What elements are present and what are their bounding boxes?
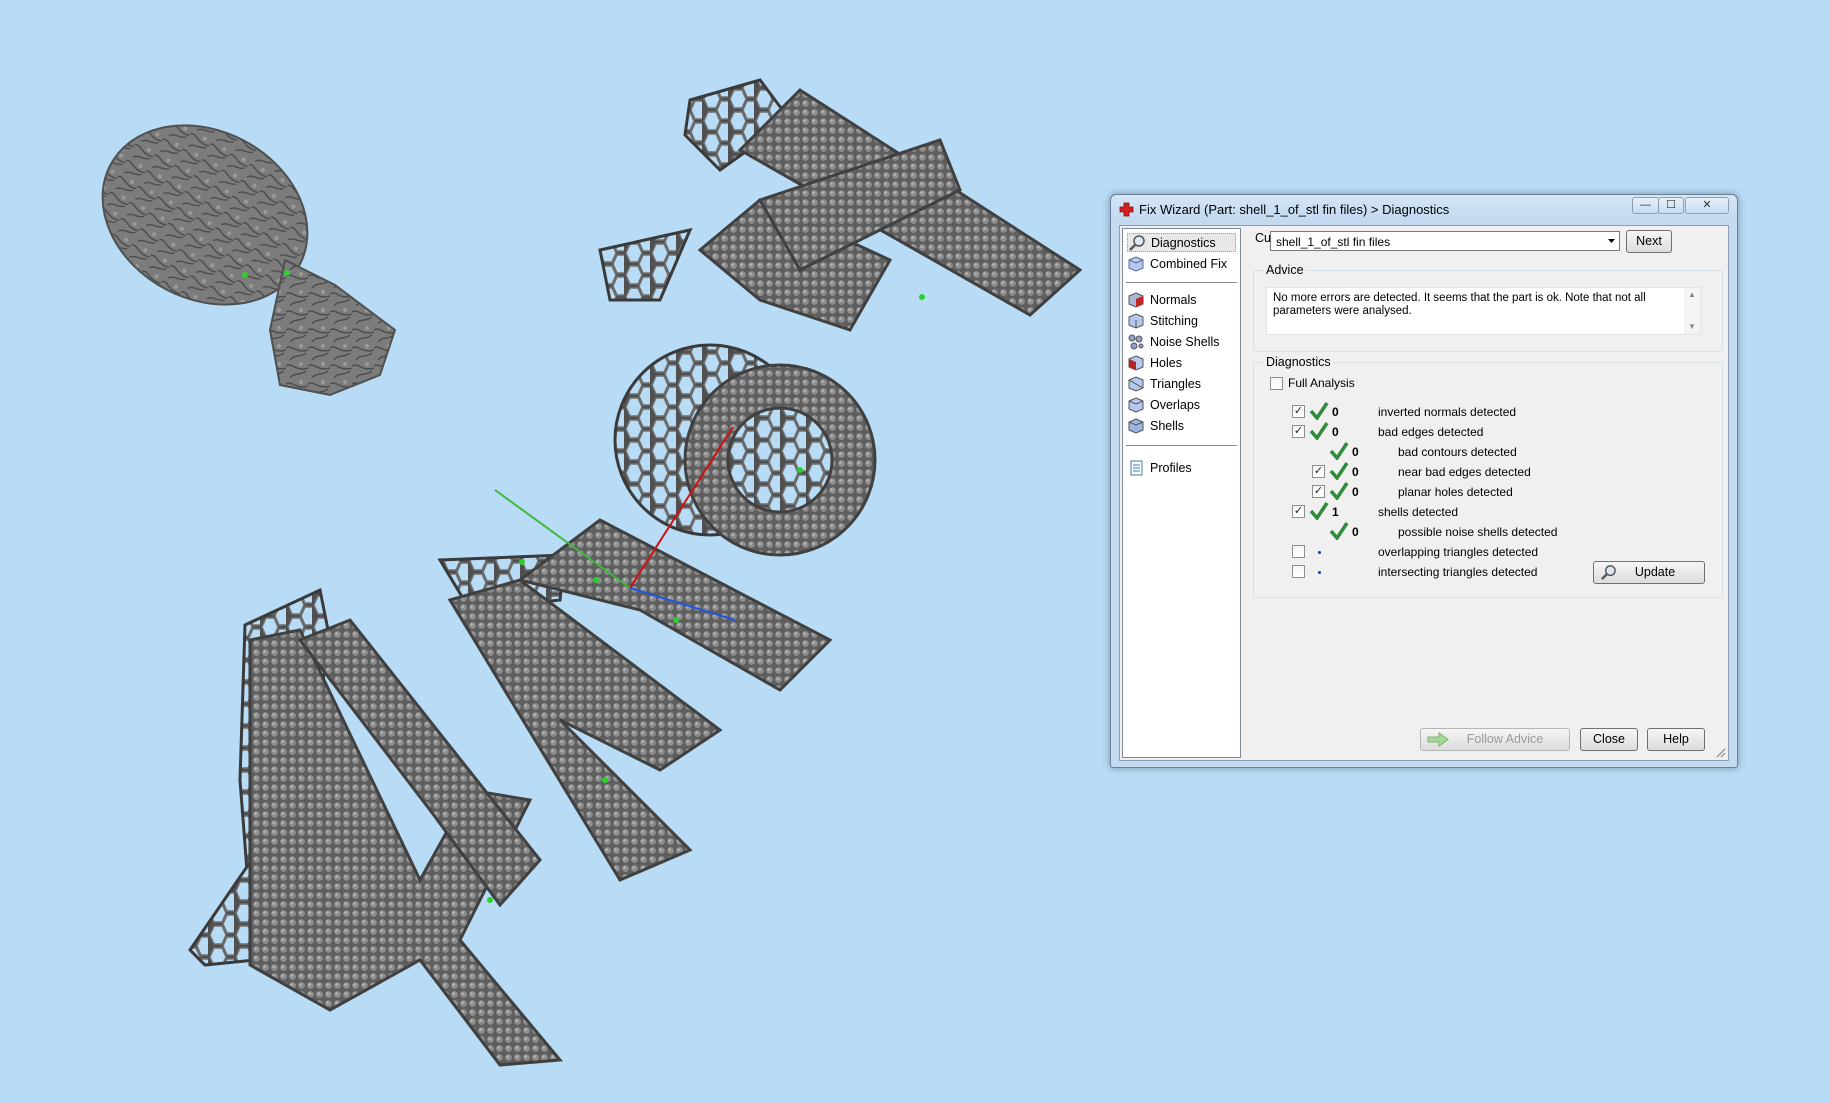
- nav-label: Holes: [1150, 355, 1182, 370]
- row-checkbox[interactable]: [1292, 545, 1305, 558]
- help-button[interactable]: Help: [1647, 728, 1705, 751]
- nav-separator: [1126, 282, 1237, 283]
- nav-label: Shells: [1150, 418, 1185, 433]
- row-label: shells detected: [1378, 505, 1459, 519]
- current-part-select[interactable]: shell_1_of_stl fin files: [1270, 231, 1620, 251]
- row-count: 0: [1332, 425, 1339, 439]
- nav-label: Combined Fix: [1150, 256, 1228, 271]
- green-check-icon: [1329, 482, 1349, 500]
- row-label: bad contours detected: [1398, 445, 1517, 459]
- green-arrow-icon: [1427, 732, 1449, 747]
- row-checkbox[interactable]: ✓: [1292, 505, 1305, 518]
- chevron-down-icon: [1608, 239, 1615, 243]
- green-check-icon: [1309, 402, 1329, 420]
- update-label: Update: [1634, 565, 1676, 579]
- row-label: inverted normals detected: [1378, 405, 1517, 419]
- advice-box: No more errors are detected. It seems th…: [1266, 287, 1701, 335]
- update-button[interactable]: Update: [1593, 561, 1705, 584]
- cube-icon: [1128, 255, 1144, 272]
- nav-item-overlaps[interactable]: Overlaps: [1127, 395, 1236, 414]
- title-bar[interactable]: Fix Wizard (Part: shell_1_of_stl fin fil…: [1111, 195, 1737, 223]
- dialog-client: Diagnostics Combined Fix Normals Stitchi…: [1119, 225, 1729, 761]
- nav-item-noise-shells[interactable]: Noise Shells: [1127, 332, 1236, 351]
- row-label: bad edges detected: [1378, 425, 1484, 439]
- overlaps-cube-icon: [1128, 396, 1144, 413]
- nav-label: Diagnostics: [1151, 235, 1216, 250]
- row-label: possible noise shells detected: [1398, 525, 1558, 539]
- diagnostics-title: Diagnostics: [1264, 355, 1333, 369]
- row-count: 0: [1352, 525, 1359, 539]
- magnifier-icon: [1129, 234, 1145, 251]
- row-checkbox[interactable]: [1292, 565, 1305, 578]
- row-count: 0: [1352, 465, 1359, 479]
- nav-separator: [1126, 445, 1237, 446]
- nav-label: Noise Shells: [1150, 334, 1220, 349]
- advice-text: No more errors are detected. It seems th…: [1273, 292, 1646, 317]
- nav-item-profiles[interactable]: Profiles: [1127, 458, 1236, 477]
- profiles-icon: [1130, 460, 1143, 475]
- green-check-icon: [1329, 442, 1349, 460]
- advice-scrollbar[interactable]: ▲ ▼: [1684, 288, 1700, 334]
- status-dot-icon: [1318, 571, 1321, 574]
- green-check-icon: [1309, 422, 1329, 440]
- stitching-cube-icon: [1128, 312, 1144, 329]
- triangles-cube-icon: [1128, 375, 1144, 392]
- nav-item-shells[interactable]: Shells: [1127, 416, 1236, 435]
- row-count: 0: [1352, 485, 1359, 499]
- row-label: near bad edges detected: [1398, 465, 1531, 479]
- nav-item-combined-fix[interactable]: Combined Fix: [1127, 254, 1236, 273]
- row-checkbox[interactable]: ✓: [1292, 405, 1305, 418]
- follow-advice-label: Follow Advice: [1466, 732, 1544, 746]
- status-dot-icon: [1318, 551, 1321, 554]
- holes-cube-icon: [1128, 354, 1144, 371]
- nav-item-holes[interactable]: Holes: [1127, 353, 1236, 372]
- scroll-down-icon[interactable]: ▼: [1688, 322, 1696, 331]
- row-label: overlapping triangles detected: [1378, 545, 1539, 559]
- row-checkbox[interactable]: ✓: [1292, 425, 1305, 438]
- normals-cube-icon: [1128, 291, 1144, 308]
- noise-shells-icon: [1128, 334, 1144, 349]
- pendant-model[interactable]: [188, 78, 1083, 1067]
- close-button[interactable]: Close: [1580, 728, 1638, 751]
- full-analysis-label: Full Analysis: [1288, 376, 1355, 390]
- minimize-button[interactable]: —: [1632, 197, 1659, 214]
- current-part-value: shell_1_of_stl fin files: [1276, 235, 1391, 249]
- follow-advice-button[interactable]: Follow Advice: [1420, 728, 1570, 751]
- nav-label: Overlaps: [1150, 397, 1201, 412]
- close-window-button[interactable]: ✕: [1685, 197, 1729, 214]
- scroll-up-icon[interactable]: ▲: [1688, 290, 1696, 299]
- advice-group: Advice No more errors are detected. It s…: [1253, 263, 1723, 352]
- green-check-icon: [1329, 462, 1349, 480]
- wizard-nav: Diagnostics Combined Fix Normals Stitchi…: [1122, 228, 1241, 758]
- next-button[interactable]: Next: [1626, 230, 1672, 253]
- nav-label: Normals: [1150, 292, 1197, 307]
- red-cross-icon: [1119, 202, 1134, 217]
- row-count: 1: [1332, 505, 1339, 519]
- full-analysis-checkbox[interactable]: [1270, 377, 1283, 390]
- row-label: intersecting triangles detected: [1378, 565, 1538, 579]
- row-count: 0: [1352, 445, 1359, 459]
- green-check-icon: [1309, 502, 1329, 520]
- shells-cube-icon: [1128, 417, 1144, 434]
- nav-item-stitching[interactable]: Stitching: [1127, 311, 1236, 330]
- nav-label: Triangles: [1150, 376, 1201, 391]
- diagnostics-group: Diagnostics Full Analysis ✓ 0 inverted n…: [1253, 355, 1723, 598]
- skull-model[interactable]: [71, 91, 397, 397]
- magnifier-icon: [1601, 565, 1616, 580]
- nav-label: Stitching: [1150, 313, 1198, 328]
- window-title: Fix Wizard (Part: shell_1_of_stl fin fil…: [1139, 202, 1450, 217]
- maximize-button[interactable]: ☐: [1658, 197, 1684, 214]
- resize-grip-icon[interactable]: [1714, 746, 1726, 758]
- nav-item-diagnostics[interactable]: Diagnostics: [1127, 233, 1236, 252]
- row-checkbox[interactable]: ✓: [1312, 485, 1325, 498]
- fix-wizard-dialog: Fix Wizard (Part: shell_1_of_stl fin fil…: [1110, 194, 1738, 768]
- nav-item-normals[interactable]: Normals: [1127, 290, 1236, 309]
- nav-label: Profiles: [1150, 460, 1192, 475]
- row-label: planar holes detected: [1398, 485, 1513, 499]
- nav-item-triangles[interactable]: Triangles: [1127, 374, 1236, 393]
- row-count: 0: [1332, 405, 1339, 419]
- green-check-icon: [1329, 522, 1349, 540]
- row-checkbox[interactable]: ✓: [1312, 465, 1325, 478]
- advice-title: Advice: [1264, 263, 1306, 277]
